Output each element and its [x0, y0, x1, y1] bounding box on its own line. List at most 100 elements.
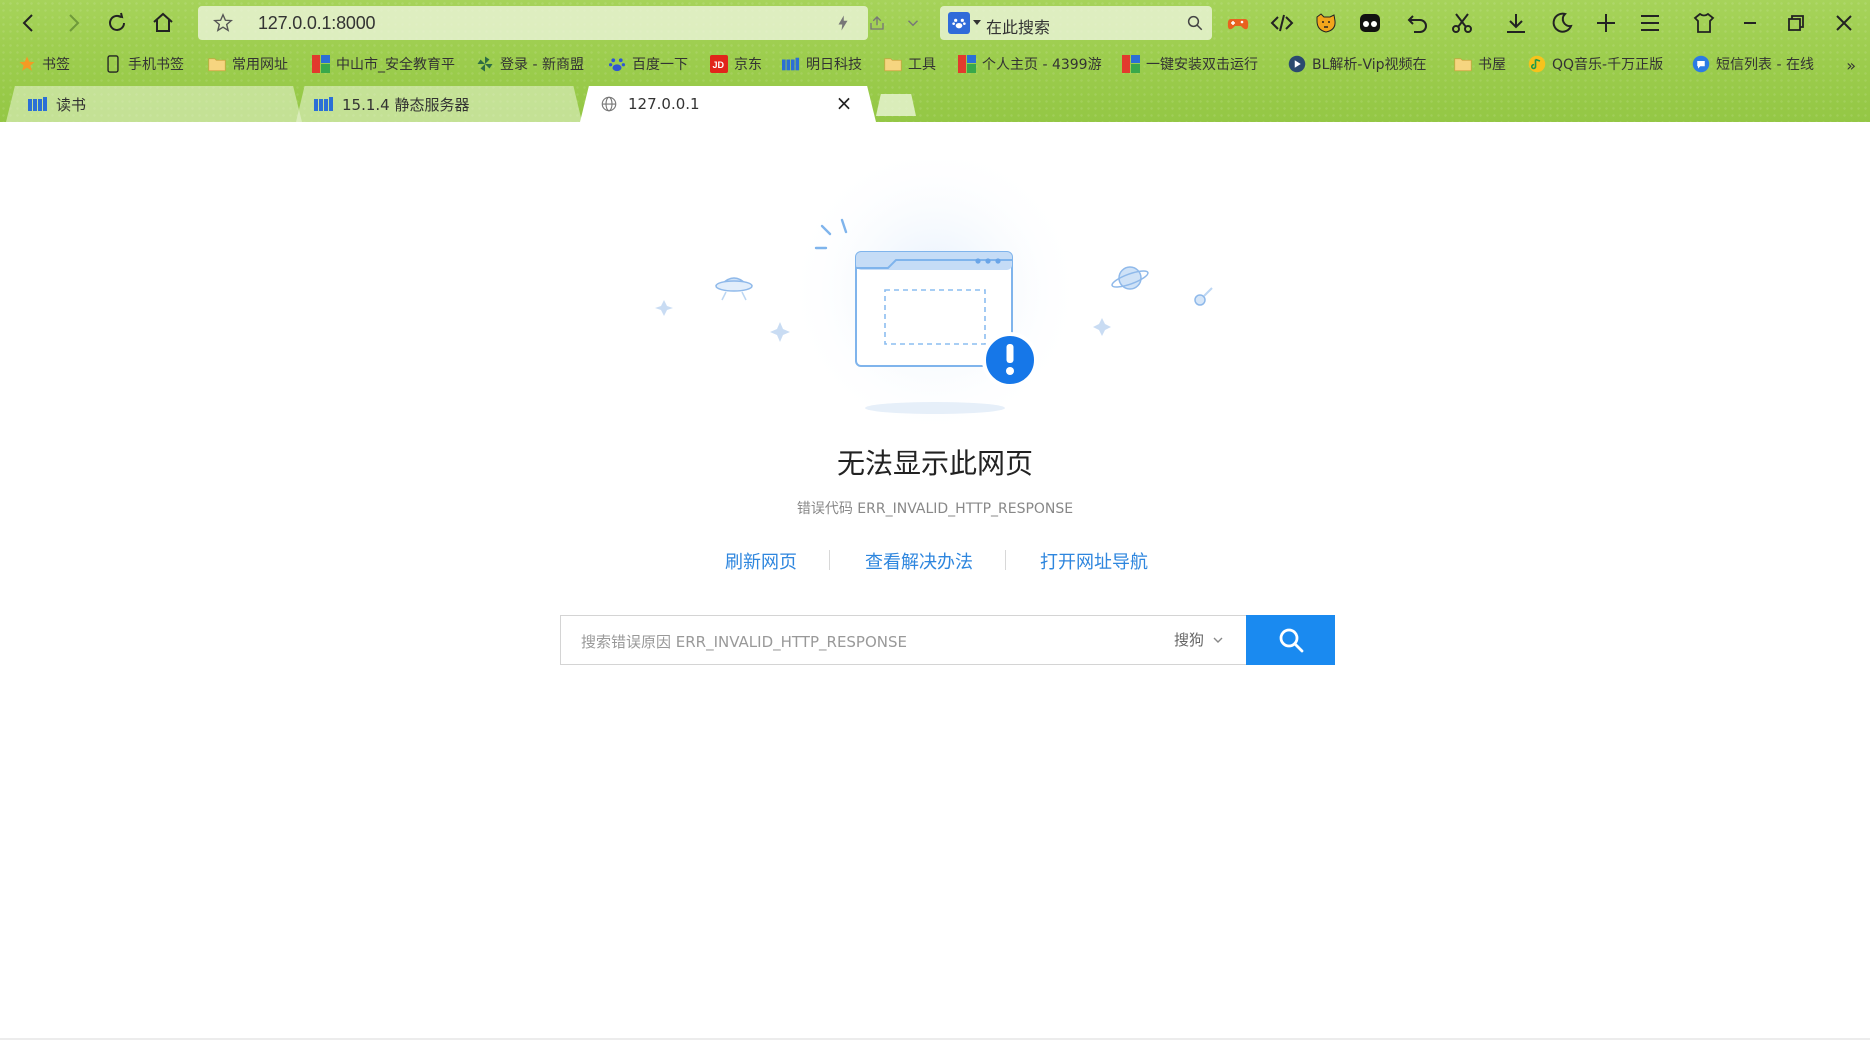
- dev-tools-button[interactable]: [1268, 9, 1296, 37]
- shadow-shape: [865, 402, 1005, 414]
- address-url[interactable]: 127.0.0.1:8000: [258, 13, 376, 34]
- address-bar[interactable]: 127.0.0.1:8000: [198, 6, 919, 40]
- folder-icon: [884, 55, 902, 73]
- site-color-icon: [312, 55, 330, 73]
- game-button[interactable]: [1224, 9, 1252, 37]
- search-engine-caret-icon[interactable]: [973, 20, 981, 25]
- star-icon: [18, 55, 36, 73]
- scissors-icon: [1452, 13, 1472, 33]
- ghost-face-icon: [1360, 14, 1380, 32]
- bookmark-item[interactable]: BL解析-Vip视频在: [1288, 52, 1436, 76]
- mr-logo-icon: [314, 96, 334, 112]
- tab-title: 15.1.4 静态服务器: [342, 95, 470, 114]
- bookmark-item[interactable]: 手机书签: [104, 52, 196, 76]
- new-tab-button[interactable]: [876, 94, 916, 116]
- error-actions: 刷新网页 查看解决办法 打开网址导航: [0, 548, 1870, 574]
- bookmark-item[interactable]: 工具: [884, 52, 946, 76]
- reload-button[interactable]: [102, 8, 132, 38]
- bookmarks-overflow-button[interactable]: »: [1846, 56, 1856, 75]
- search-engine-selector[interactable]: 搜狗: [1174, 629, 1224, 650]
- play-icon: [1288, 55, 1306, 73]
- tab-static-server[interactable]: 15.1.4 静态服务器: [296, 86, 582, 122]
- night-mode-button[interactable]: [1548, 9, 1576, 37]
- home-button[interactable]: [148, 8, 178, 38]
- error-search-button[interactable]: [1246, 615, 1335, 665]
- link-divider: [1005, 550, 1006, 570]
- bookmark-item[interactable]: 个人主页 - 4399游: [958, 52, 1104, 76]
- bookmark-item[interactable]: 百度一下: [608, 52, 700, 76]
- bookmark-item[interactable]: JD 京东: [710, 52, 772, 76]
- moon-icon: [1552, 12, 1573, 33]
- mr-logo-icon: [782, 55, 800, 73]
- reload-icon: [109, 12, 125, 31]
- minimize-button[interactable]: [1736, 9, 1764, 37]
- tab-close-button[interactable]: ×: [834, 91, 854, 115]
- browser-search-box[interactable]: 在此搜索: [940, 6, 1212, 40]
- bookmarks-bar: 书签 手机书签 常用网址 中山市_安全教育平 登录 - 新商盟 百度一下 JD …: [0, 48, 1870, 80]
- close-window-button[interactable]: [1830, 9, 1858, 37]
- download-button[interactable]: [1502, 9, 1530, 37]
- tab-dushu[interactable]: 读书: [6, 86, 302, 122]
- bookmark-item[interactable]: 常用网址: [208, 52, 302, 76]
- tab-title: 读书: [56, 95, 87, 114]
- home-icon: [153, 12, 173, 32]
- search-engine-label: 搜狗: [1174, 631, 1205, 649]
- download-icon: [1507, 14, 1525, 33]
- error-title: 无法显示此网页: [836, 447, 1033, 480]
- shirt-icon: [1693, 12, 1715, 33]
- link-divider: [829, 550, 830, 570]
- baidu-paw-icon: [608, 55, 626, 73]
- bookmark-item[interactable]: 一键安装双击运行: [1122, 52, 1270, 76]
- ufo-icon: [715, 277, 753, 301]
- bookmark-item[interactable]: 书签: [18, 52, 84, 76]
- bookmark-item[interactable]: 短信列表 - 在线: [1692, 52, 1824, 76]
- extension-tiger-button[interactable]: [1312, 9, 1340, 37]
- skin-button[interactable]: [1690, 9, 1718, 37]
- svg-text:JD: JD: [713, 60, 725, 70]
- jd-icon: JD: [710, 55, 728, 73]
- restore-button[interactable]: [1782, 9, 1810, 37]
- bookmark-item[interactable]: 明日科技: [782, 52, 874, 76]
- undo-button[interactable]: [1404, 9, 1432, 37]
- planet-icon: [1111, 266, 1149, 290]
- tiger-icon: [1316, 13, 1336, 33]
- error-search-placeholder[interactable]: 搜索错误原因 ERR_INVALID_HTTP_RESPONSE: [581, 631, 907, 652]
- forward-button[interactable]: [58, 8, 88, 38]
- chevron-down-icon[interactable]: [904, 14, 922, 32]
- bookmark-star-icon[interactable]: [212, 12, 234, 34]
- plus-icon: [1597, 14, 1615, 32]
- browser-search-placeholder[interactable]: 在此搜索: [986, 14, 1050, 38]
- search-icon: [1279, 628, 1303, 653]
- phone-icon: [104, 55, 122, 73]
- view-solutions-link[interactable]: 查看解决办法: [865, 548, 973, 574]
- baidu-paw-icon[interactable]: [948, 12, 970, 34]
- back-button[interactable]: [14, 8, 44, 38]
- mr-logo-icon: [28, 96, 48, 112]
- browser-chrome: 127.0.0.1:8000 在此搜索 书签 手机书签 常用网址 中山市_安全教…: [0, 0, 1870, 122]
- extension-face-button[interactable]: [1356, 9, 1384, 37]
- bookmark-item[interactable]: QQ音乐-千万正版: [1528, 52, 1674, 76]
- search-icon[interactable]: [1186, 14, 1204, 32]
- error-search-input[interactable]: 搜索错误原因 ERR_INVALID_HTTP_RESPONSE: [560, 615, 1246, 665]
- menu-button[interactable]: [1636, 9, 1664, 37]
- error-search: 搜索错误原因 ERR_INVALID_HTTP_RESPONSE 搜狗: [560, 615, 1335, 665]
- folder-icon: [208, 55, 226, 73]
- chevron-down-icon: [1213, 637, 1223, 643]
- new-tab-plus-button[interactable]: [1592, 9, 1620, 37]
- pinwheel-icon: [476, 55, 494, 73]
- bookmark-item[interactable]: 书屋: [1454, 52, 1516, 76]
- site-color-icon: [1122, 55, 1140, 73]
- undo-icon: [1407, 15, 1427, 33]
- tab-localhost[interactable]: 127.0.0.1 ×: [580, 86, 876, 122]
- open-navigation-link[interactable]: 打开网址导航: [1040, 548, 1148, 574]
- bookmark-item[interactable]: 中山市_安全教育平: [312, 52, 462, 76]
- qq-music-icon: [1528, 55, 1546, 73]
- screenshot-button[interactable]: [1448, 9, 1476, 37]
- bookmark-item[interactable]: 登录 - 新商盟: [476, 52, 596, 76]
- alert-exclamation-icon: [982, 332, 1038, 388]
- site-color-icon: [958, 55, 976, 73]
- share-icon[interactable]: [868, 14, 886, 32]
- lightning-icon[interactable]: [834, 14, 852, 32]
- refresh-page-link[interactable]: 刷新网页: [725, 548, 797, 574]
- tab-strip: 读书 15.1.4 静态服务器 127.0.0.1 ×: [0, 86, 1870, 122]
